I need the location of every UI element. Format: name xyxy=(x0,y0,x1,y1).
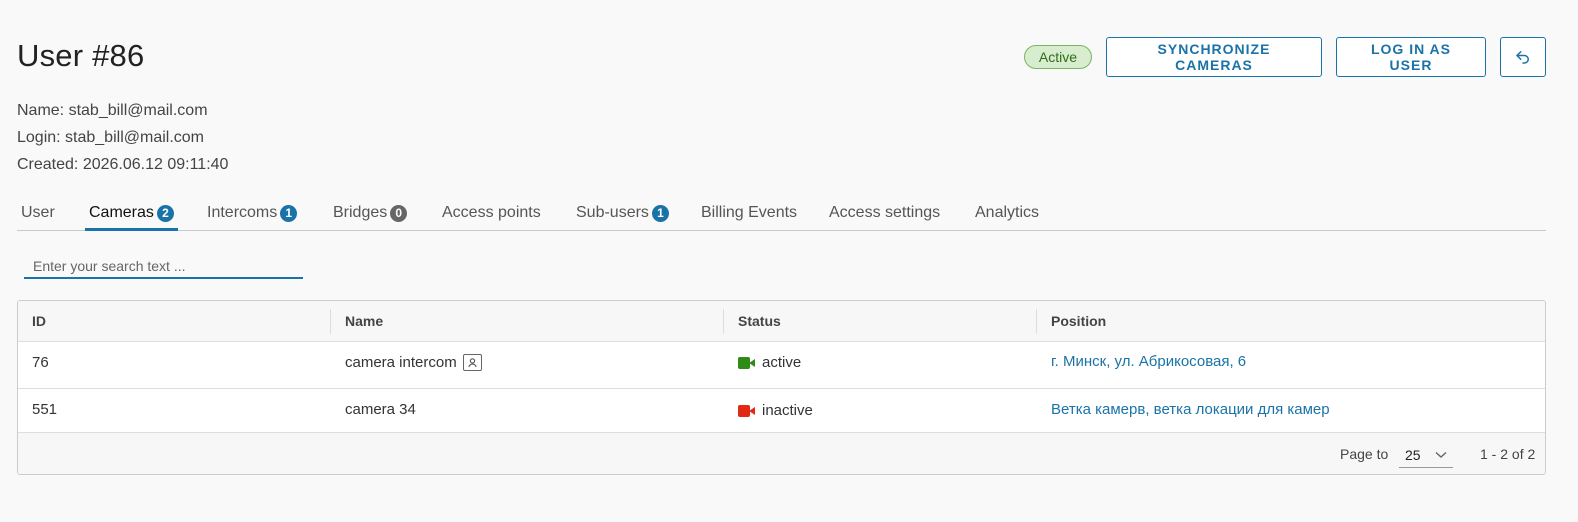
page-title: User #86 xyxy=(17,38,145,73)
undo-arrow-icon xyxy=(1516,51,1529,64)
table-row[interactable]: 76 camera intercom active г. Минск, ул. … xyxy=(18,342,1545,389)
camera-name: camera 34 xyxy=(345,401,416,418)
search-input[interactable] xyxy=(24,254,303,277)
synchronize-cameras-button[interactable]: SYNCHRONIZE CAMERAS xyxy=(1106,37,1322,77)
video-camera-icon xyxy=(738,356,756,369)
status-badge: Active xyxy=(1023,45,1092,69)
video-camera-icon xyxy=(738,404,756,417)
user-name-info: Name: stab_bill@mail.com xyxy=(17,102,208,119)
search-field xyxy=(24,254,303,279)
tab-sub-users[interactable]: Sub-users 1 xyxy=(576,198,669,231)
page-size-select[interactable]: 25 xyxy=(1399,443,1453,468)
tab-bridges[interactable]: Bridges 0 xyxy=(333,198,408,231)
cell-status: inactive xyxy=(738,402,813,419)
user-created-info: Created: 2026.06.12 09:11:40 xyxy=(17,156,229,173)
table-header: ID Name Status Position xyxy=(18,301,1545,342)
cell-id: 551 xyxy=(32,401,58,418)
tab-cameras[interactable]: Cameras 2 xyxy=(85,198,178,231)
cell-name: camera 34 xyxy=(345,401,416,418)
column-header-status[interactable]: Status xyxy=(738,301,781,342)
position-link[interactable]: г. Минск, ул. Абрикосовая, 6 xyxy=(1051,353,1246,370)
tab-billing-events[interactable]: Billing Events xyxy=(701,198,797,231)
page-to-label: Page to xyxy=(1340,446,1389,462)
tab-label: Access settings xyxy=(829,204,941,221)
cell-name: camera intercom xyxy=(345,354,482,371)
tab-label: User xyxy=(21,204,55,221)
tab-label: Bridges xyxy=(333,204,388,221)
back-button[interactable] xyxy=(1500,37,1546,77)
table-row[interactable]: 551 camera 34 inactive Ветка камерв, вет… xyxy=(18,390,1545,433)
tab-count-badge: 2 xyxy=(156,205,174,222)
column-divider[interactable] xyxy=(723,309,724,334)
column-header-name[interactable]: Name xyxy=(345,301,383,342)
log-in-as-user-button[interactable]: LOG IN AS USER xyxy=(1336,37,1486,77)
table-footer: Page to 25 1 - 2 of 2 xyxy=(18,433,1545,474)
tab-analytics[interactable]: Analytics xyxy=(975,198,1039,231)
tab-count-badge: 1 xyxy=(280,205,298,222)
tab-access-points[interactable]: Access points xyxy=(442,198,541,231)
tab-label: Analytics xyxy=(975,204,1040,221)
tab-intercoms[interactable]: Intercoms 1 xyxy=(207,198,298,231)
pagination-range: 1 - 2 of 2 xyxy=(1480,446,1536,462)
page-size-value: 25 xyxy=(1405,447,1421,463)
tab-label: Cameras xyxy=(89,204,154,221)
status-text: active xyxy=(762,354,802,371)
intercom-icon xyxy=(462,354,482,371)
cameras-table: ID Name Status Position 76 camera interc… xyxy=(17,300,1546,475)
camera-name: camera intercom xyxy=(345,354,457,371)
cell-status: active xyxy=(738,354,801,371)
chevron-down-icon xyxy=(1435,451,1447,458)
tab-label: Intercoms xyxy=(207,204,278,221)
cell-id: 76 xyxy=(32,354,49,371)
tab-count-badge: 1 xyxy=(651,205,669,222)
user-login-info: Login: stab_bill@mail.com xyxy=(17,129,204,146)
column-header-position[interactable]: Position xyxy=(1051,301,1106,342)
tab-access-settings[interactable]: Access settings xyxy=(829,198,940,231)
tab-label: Billing Events xyxy=(701,204,798,221)
column-divider[interactable] xyxy=(1036,309,1037,334)
tab-user[interactable]: User xyxy=(21,198,55,231)
header-actions: Active SYNCHRONIZE CAMERAS LOG IN AS USE… xyxy=(1023,37,1546,77)
tab-bar: User Cameras 2 Intercoms 1 Bridges 0 Acc… xyxy=(17,198,1546,231)
position-link[interactable]: Ветка камерв, ветка локации для камер xyxy=(1051,401,1330,418)
column-header-id[interactable]: ID xyxy=(32,301,46,342)
status-text: inactive xyxy=(762,402,813,419)
tab-count-badge: 0 xyxy=(390,205,408,222)
column-divider[interactable] xyxy=(330,309,331,334)
tab-label: Sub-users xyxy=(576,204,649,221)
tab-label: Access points xyxy=(442,204,541,221)
